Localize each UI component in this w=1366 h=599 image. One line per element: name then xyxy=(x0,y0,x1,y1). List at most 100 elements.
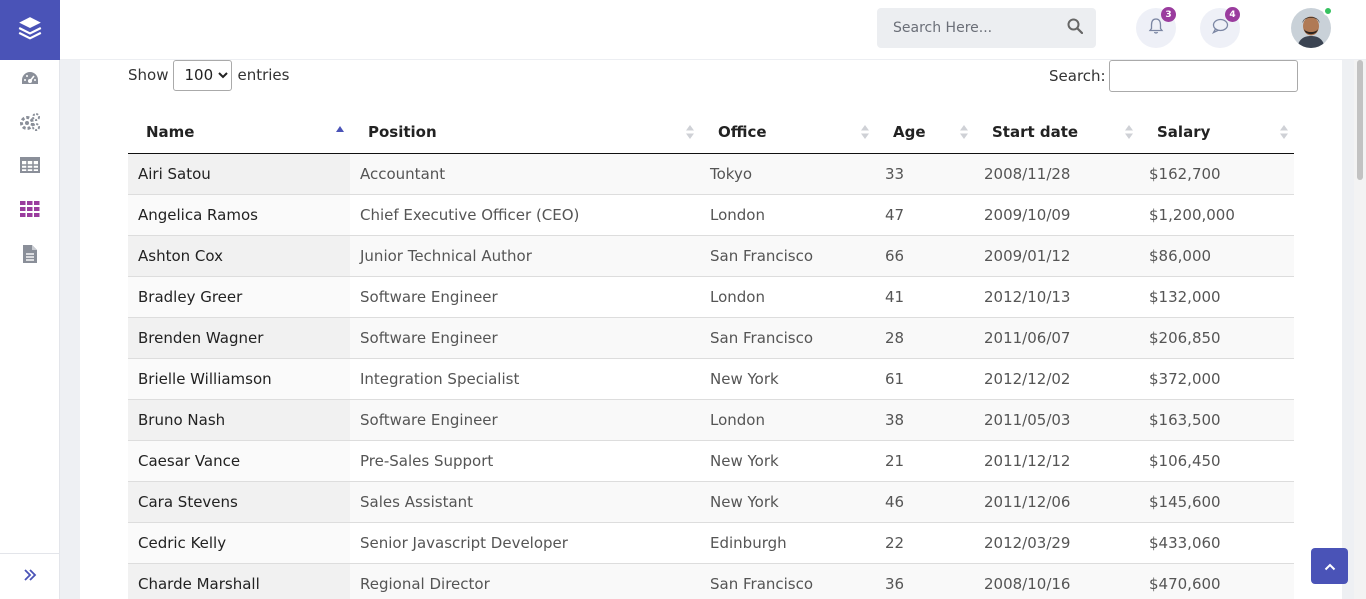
notifications-badge: 3 xyxy=(1161,7,1176,22)
table-row[interactable]: Angelica Ramos Chief Executive Officer (C… xyxy=(128,193,1294,235)
cell-office: San Francisco xyxy=(700,316,875,358)
table-row[interactable]: Bruno Nash Software Engineer London 38 2011/… xyxy=(128,398,1294,440)
sidebar-item-grid[interactable] xyxy=(0,196,60,226)
cell-start-date: 2008/11/28 xyxy=(974,153,1139,194)
column-header-office[interactable]: Office xyxy=(700,112,875,154)
cell-salary: $433,060 xyxy=(1139,521,1294,563)
sort-icon xyxy=(1280,125,1288,139)
header-search xyxy=(877,8,1096,48)
table-row[interactable]: Charde Marshall Regional Director San Fran… xyxy=(128,562,1294,599)
table-row[interactable]: Brenden Wagner Software Engineer San Franc… xyxy=(128,316,1294,358)
datatable-search: Search: xyxy=(1049,60,1298,92)
cell-position: Accountant xyxy=(350,153,700,194)
grid-icon xyxy=(20,201,40,221)
datatable-search-input[interactable] xyxy=(1108,60,1298,92)
cell-position: Regional Director xyxy=(350,562,700,599)
table-header-row: Name Position Office Age Start date Sala… xyxy=(128,112,1294,154)
notifications-button[interactable]: 3 xyxy=(1136,7,1176,48)
cell-age: 28 xyxy=(875,316,974,358)
table-row[interactable]: Brielle Williamson Integration Specialist… xyxy=(128,357,1294,399)
cell-position: Chief Executive Officer (CEO) xyxy=(350,193,700,235)
cell-office: London xyxy=(700,398,875,440)
table-row[interactable]: Cara Stevens Sales Assistant New York 46 201… xyxy=(128,480,1294,522)
chat-icon xyxy=(1211,17,1229,39)
column-header-label: Start date xyxy=(992,123,1079,142)
search-label: Search: xyxy=(1049,67,1106,85)
sidebar-collapse-button[interactable] xyxy=(0,553,60,599)
cell-name: Charde Marshall xyxy=(128,562,350,599)
cell-age: 66 xyxy=(875,234,974,276)
cell-age: 47 xyxy=(875,193,974,235)
table-row[interactable]: Caesar Vance Pre-Sales Support New York 21 2… xyxy=(128,439,1294,481)
cell-salary: $206,850 xyxy=(1139,316,1294,358)
settings-icon xyxy=(19,112,41,136)
table-row[interactable]: Bradley Greer Software Engineer London 41 20… xyxy=(128,275,1294,317)
page-scrollbar[interactable] xyxy=(1354,60,1366,599)
cell-office: San Francisco xyxy=(700,562,875,599)
show-label: Show xyxy=(128,66,169,84)
dashboard-icon xyxy=(20,69,40,93)
sort-ascending-icon xyxy=(336,126,344,132)
sort-icon xyxy=(1125,125,1133,139)
cell-start-date: 2011/12/12 xyxy=(974,439,1139,481)
column-header-salary[interactable]: Salary xyxy=(1139,112,1294,154)
cell-salary: $145,600 xyxy=(1139,480,1294,522)
column-header-label: Position xyxy=(368,123,437,142)
sort-icon xyxy=(861,125,869,139)
cell-age: 46 xyxy=(875,480,974,522)
cell-office: New York xyxy=(700,480,875,522)
messages-badge: 4 xyxy=(1225,7,1240,22)
column-header-label: Salary xyxy=(1157,123,1211,142)
table-icon xyxy=(20,156,40,178)
sidebar-item-documents[interactable] xyxy=(0,241,60,271)
column-header-name[interactable]: Name xyxy=(128,112,350,154)
cell-name: Airi Satou xyxy=(128,153,350,194)
cell-name: Ashton Cox xyxy=(128,234,350,276)
cell-start-date: 2011/12/06 xyxy=(974,480,1139,522)
cell-salary: $372,000 xyxy=(1139,357,1294,399)
page-length-select[interactable]: 102550100 xyxy=(173,59,233,91)
cell-name: Bradley Greer xyxy=(128,275,350,317)
cell-salary: $163,500 xyxy=(1139,398,1294,440)
cell-office: New York xyxy=(700,357,875,399)
cell-age: 33 xyxy=(875,153,974,194)
cell-salary: $132,000 xyxy=(1139,275,1294,317)
header-search-input[interactable] xyxy=(893,20,1067,36)
cell-age: 61 xyxy=(875,357,974,399)
column-header-position[interactable]: Position xyxy=(350,112,700,154)
cell-age: 22 xyxy=(875,521,974,563)
sidebar-item-tables[interactable] xyxy=(0,152,60,182)
column-header-start-date[interactable]: Start date xyxy=(974,112,1139,154)
cell-start-date: 2008/10/16 xyxy=(974,562,1139,599)
cell-salary: $162,700 xyxy=(1139,153,1294,194)
scrollbar-thumb[interactable] xyxy=(1357,60,1363,180)
cell-position: Software Engineer xyxy=(350,275,700,317)
bell-icon xyxy=(1147,17,1165,39)
logo[interactable] xyxy=(0,0,60,60)
cell-position: Pre-Sales Support xyxy=(350,439,700,481)
cell-age: 38 xyxy=(875,398,974,440)
double-chevron-right-icon xyxy=(23,567,37,586)
datatable-length: Show 102550100 entries xyxy=(128,59,289,91)
document-icon xyxy=(22,244,38,268)
table-row[interactable]: Ashton Cox Junior Technical Author San Fra… xyxy=(128,234,1294,276)
cell-name: Caesar Vance xyxy=(128,439,350,481)
column-header-age[interactable]: Age xyxy=(875,112,974,154)
column-header-label: Name xyxy=(146,123,195,142)
table-row[interactable]: Airi Satou Accountant Tokyo 33 2008/11/28 $16… xyxy=(128,153,1294,194)
scroll-to-top-button[interactable] xyxy=(1311,548,1348,584)
cell-start-date: 2012/12/02 xyxy=(974,357,1139,399)
cell-office: New York xyxy=(700,439,875,481)
messages-button[interactable]: 4 xyxy=(1200,7,1240,48)
cell-start-date: 2012/03/29 xyxy=(974,521,1139,563)
table-row[interactable]: Cedric Kelly Senior Javascript Developer E… xyxy=(128,521,1294,563)
chevron-up-icon xyxy=(1324,557,1336,576)
cell-office: Edinburgh xyxy=(700,521,875,563)
cell-position: Integration Specialist xyxy=(350,357,700,399)
sidebar-item-dashboard[interactable] xyxy=(0,66,60,96)
cell-position: Software Engineer xyxy=(350,398,700,440)
sidebar xyxy=(0,0,60,599)
sidebar-item-settings[interactable] xyxy=(0,109,60,139)
search-icon[interactable] xyxy=(1067,18,1084,38)
cell-salary: $106,450 xyxy=(1139,439,1294,481)
